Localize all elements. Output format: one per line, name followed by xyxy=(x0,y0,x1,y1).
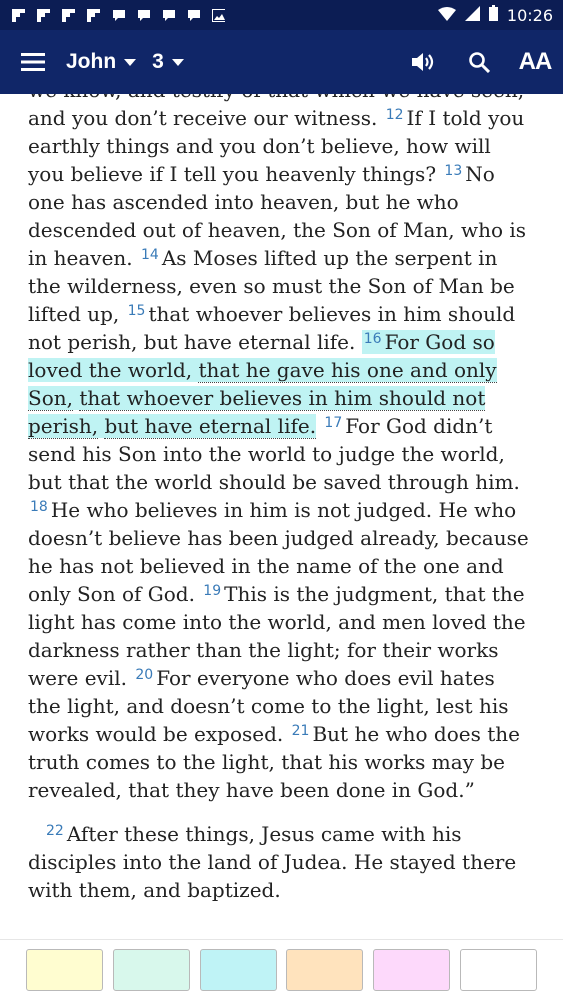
flipboard-icon xyxy=(62,8,75,22)
verse-number[interactable]: 18 xyxy=(30,499,48,515)
scripture-text[interactable]: we know, and testify of that which we ha… xyxy=(0,94,563,939)
verse-text[interactable]: After these things, Jesus came with his … xyxy=(28,822,516,902)
chevron-down-icon xyxy=(171,58,184,66)
verse-number[interactable]: 17 xyxy=(324,415,342,431)
book-name: John xyxy=(66,50,117,73)
image-icon xyxy=(212,8,225,22)
chapter-number: 3 xyxy=(152,50,164,73)
speaker-icon xyxy=(412,53,434,71)
highlight-cyan-button[interactable] xyxy=(199,949,277,991)
paragraph: we know, and testify of that which we ha… xyxy=(28,94,529,802)
flipboard-icon xyxy=(87,8,100,22)
text-size-icon: AA xyxy=(518,48,553,75)
menu-button[interactable] xyxy=(0,30,66,94)
verse-number[interactable]: 21 xyxy=(292,723,310,739)
verse-number[interactable]: 15 xyxy=(128,303,146,319)
status-time: 10:26 xyxy=(506,5,553,25)
verse-number[interactable]: 14 xyxy=(141,247,159,263)
search-button[interactable] xyxy=(451,30,507,94)
verse-number[interactable]: 12 xyxy=(386,107,404,123)
verse-number[interactable]: 16 xyxy=(364,331,382,347)
book-selector[interactable]: John xyxy=(66,30,137,94)
status-bar: 10:26 xyxy=(0,0,563,30)
hamburger-icon xyxy=(21,53,45,71)
message-icon xyxy=(162,9,175,22)
verse-number[interactable]: 20 xyxy=(135,667,153,683)
message-icon xyxy=(112,9,125,22)
chapter-selector[interactable]: 3 xyxy=(152,30,184,94)
highlight-clear-button[interactable] xyxy=(459,949,537,991)
signal-icon xyxy=(464,5,480,25)
message-icon xyxy=(187,9,200,22)
highlight-pink-button[interactable] xyxy=(373,949,451,991)
verse-number[interactable]: 13 xyxy=(444,163,462,179)
flipboard-icon xyxy=(12,8,25,22)
flipboard-icon xyxy=(37,8,50,22)
app-bar: John 3 AA xyxy=(0,30,563,94)
search-icon xyxy=(469,52,490,73)
highlight-yellow-button[interactable] xyxy=(26,949,103,991)
notification-icons xyxy=(0,8,225,22)
message-icon xyxy=(137,9,150,22)
highlight-orange-button[interactable] xyxy=(286,949,364,991)
battery-icon xyxy=(488,5,498,25)
verse-number[interactable]: 19 xyxy=(203,583,221,599)
wifi-icon xyxy=(437,6,456,25)
chevron-down-icon xyxy=(124,58,137,66)
text-size-button[interactable]: AA xyxy=(507,30,563,94)
highlight-mint-button[interactable] xyxy=(112,949,190,991)
paragraph: 22 After these things, Jesus came with hi… xyxy=(0,820,563,904)
audio-button[interactable] xyxy=(395,30,451,94)
verse-number[interactable]: 22 xyxy=(46,823,64,839)
highlight-palette xyxy=(0,939,563,1000)
